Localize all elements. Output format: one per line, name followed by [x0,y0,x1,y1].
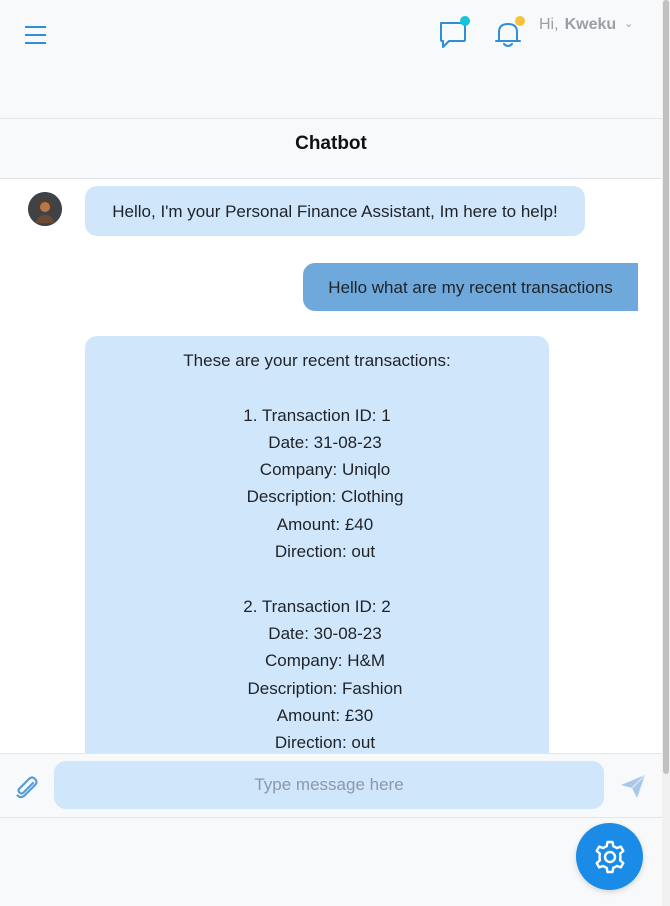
hamburger-menu-icon[interactable] [24,24,48,46]
notification-dot [515,16,525,26]
transaction-id: 2. Transaction ID: 2 [243,596,391,616]
attach-button[interactable] [14,774,40,802]
messages-button[interactable] [437,16,470,50]
transaction-amount: Amount: £30 [276,705,374,725]
chevron-down-icon: ⌄ [624,18,634,30]
user-name: Kweku [564,16,617,33]
paperclip-icon [16,776,38,799]
message-input[interactable] [54,761,604,809]
user-menu[interactable]: Hi, Kweku ⌄ [539,16,633,34]
top-bar: Hi, Kweku ⌄ [0,0,662,70]
app-window: Hi, Kweku ⌄ Chatbot Hello, I'm your Person… [0,0,670,906]
message-intro: These are your recent transactions: [183,351,451,370]
transaction-direction: Direction: out [274,733,376,753]
transaction-description: Description: Clothing [246,487,404,507]
transaction-company: Company: H&M [265,651,385,671]
chat-card: Chatbot Hello, I'm your Personal Finance… [0,118,662,818]
transaction-date: Date: 31-08-23 [268,432,382,452]
user-message: Hello what are my recent transactions [303,263,638,311]
gear-icon [595,840,624,873]
page-scrollbar[interactable] [662,0,670,906]
message-text: Hello what are my recent transactions [328,277,613,297]
greeting-text: Hi, [539,16,559,33]
chat-title: Chatbot [295,133,367,154]
message-composer [0,753,662,817]
transaction-amount: Amount: £40 [276,514,374,534]
transaction-company: Company: Uniqlo [259,460,391,480]
transaction-description: Description: Fashion [247,678,403,698]
bot-message: Hello, I'm your Personal Finance Assista… [85,186,585,236]
send-icon [621,774,646,798]
scrollbar-thumb[interactable] [663,0,669,774]
bot-message: These are your recent transactions: 1. T… [85,336,549,753]
transaction-direction: Direction: out [274,542,376,562]
transaction-id: 1. Transaction ID: 1 [243,405,391,425]
notification-dot [460,16,470,26]
bot-avatar [28,192,62,226]
send-button[interactable] [619,772,647,800]
message-text: Hello, I'm your Personal Finance Assista… [112,201,558,221]
settings-button[interactable] [576,823,643,890]
chat-header: Chatbot [0,119,662,179]
transaction-date: Date: 30-08-23 [268,623,382,643]
message-list[interactable]: Hello, I'm your Personal Finance Assista… [0,179,662,753]
notifications-button[interactable] [494,16,525,50]
